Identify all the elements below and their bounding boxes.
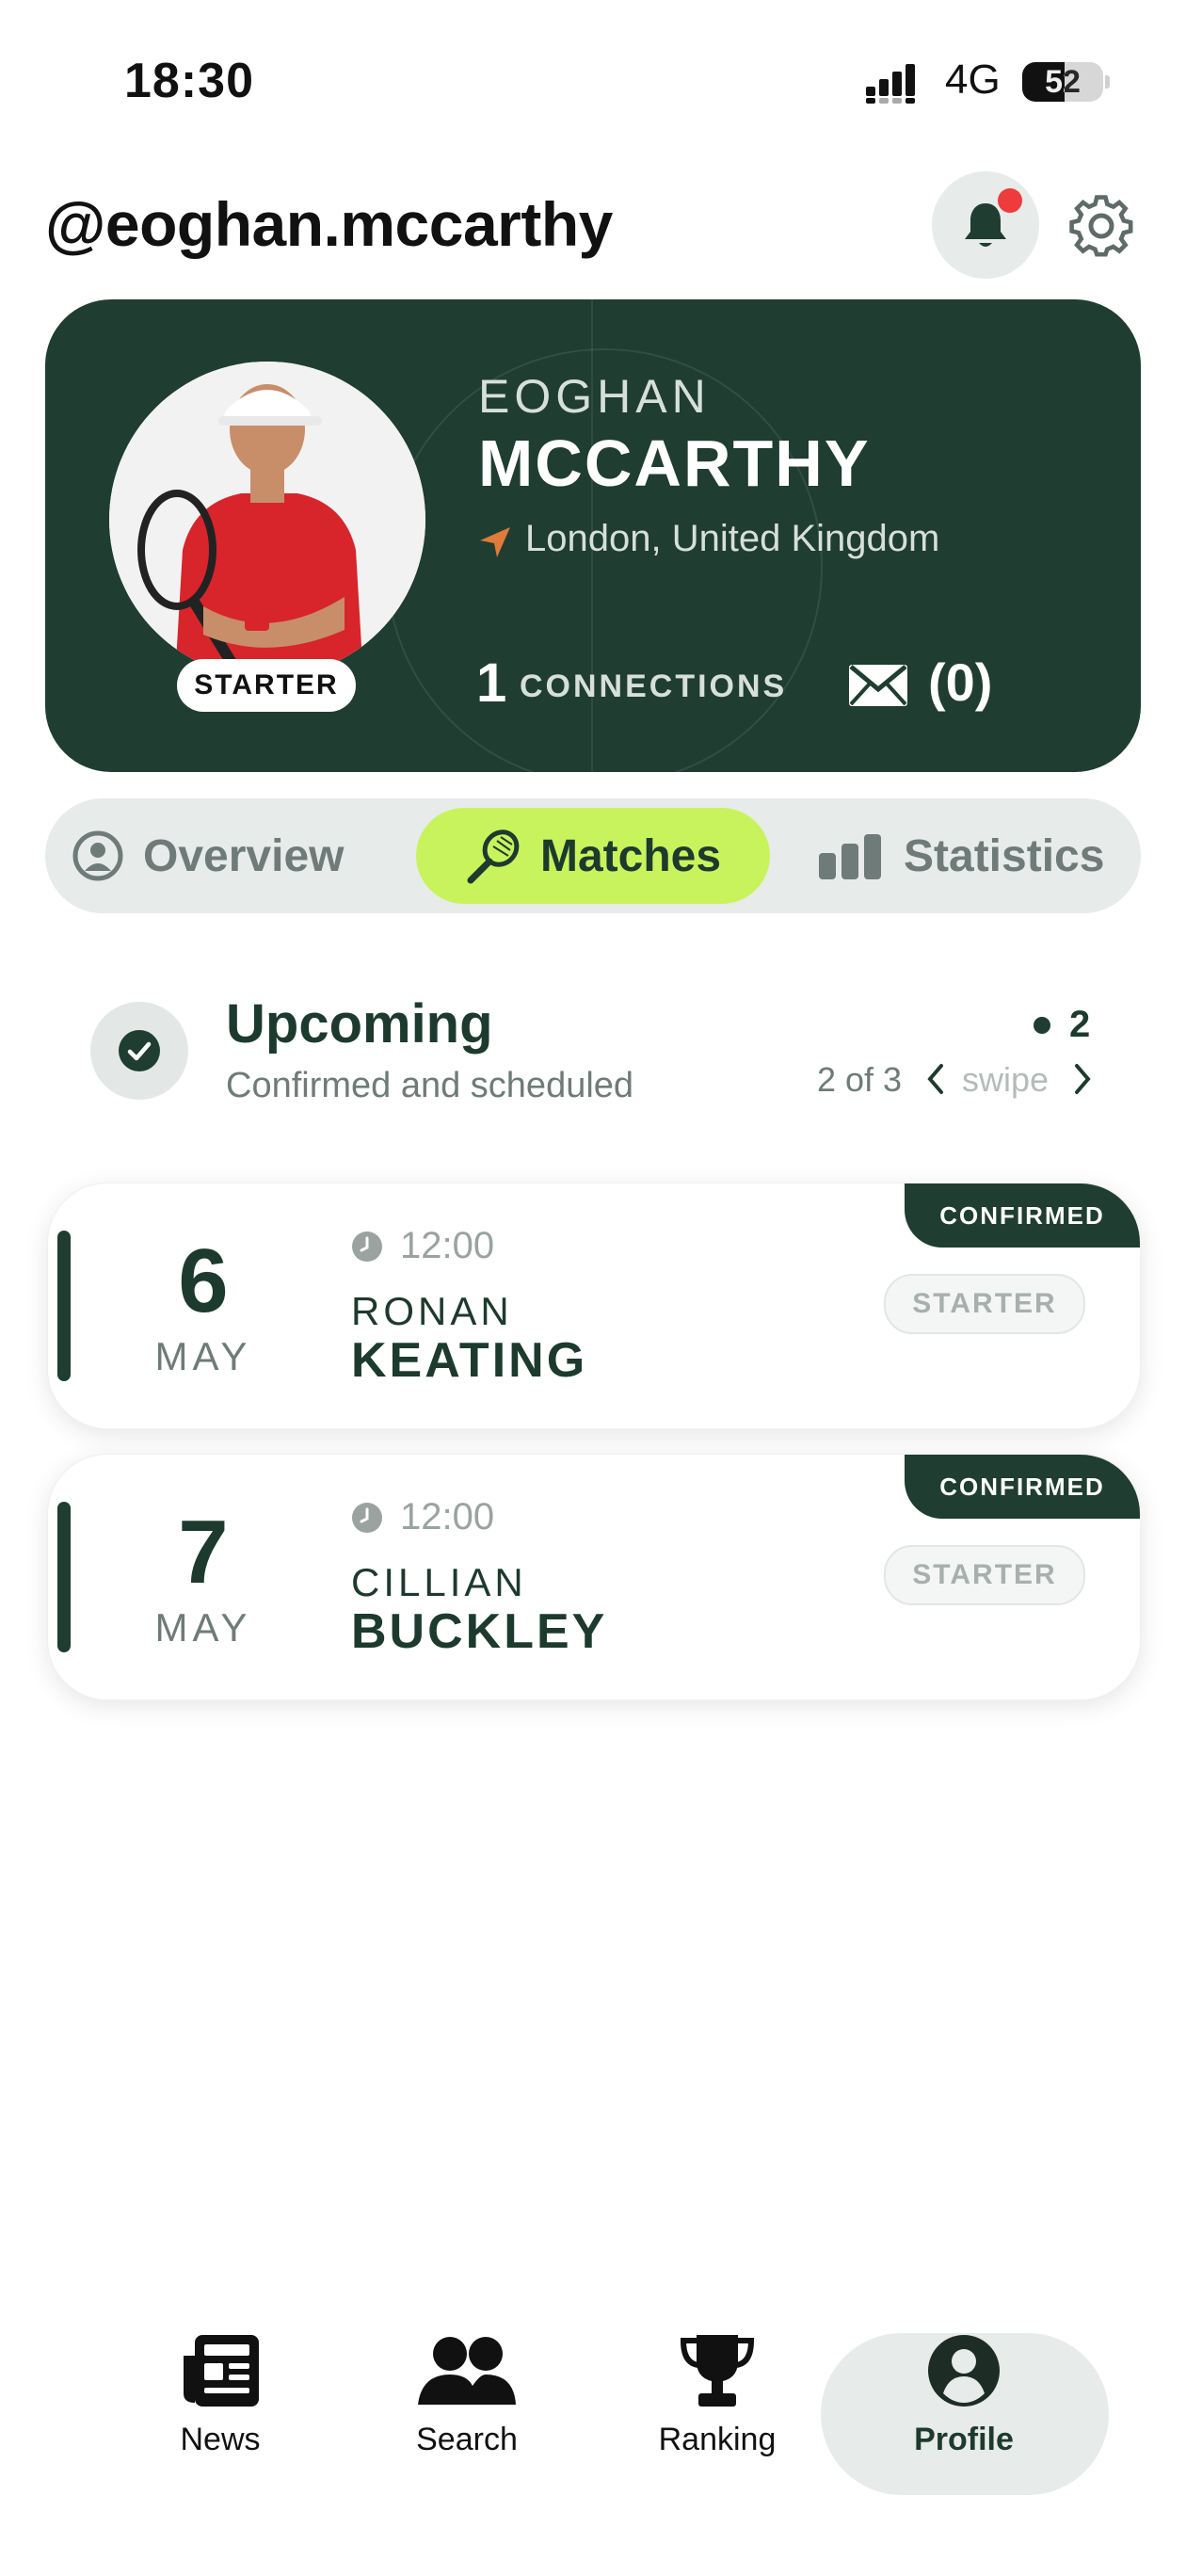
user-circle-icon — [72, 830, 123, 881]
tab-statistics[interactable]: Statistics — [819, 808, 1104, 904]
chevron-left-icon[interactable] — [924, 1060, 947, 1098]
notification-badge — [998, 188, 1022, 213]
match-accent-bar — [57, 1231, 71, 1381]
player-level-badge: STARTER — [177, 659, 356, 712]
gear-icon[interactable] — [1067, 192, 1135, 260]
section-subtitle: Confirmed and scheduled — [226, 1066, 634, 1105]
avatar[interactable] — [109, 362, 425, 678]
profile-card: STARTER EOGHAN MCCARTHY London, United K… — [45, 299, 1141, 772]
bar-chart-icon — [819, 834, 881, 879]
match-time: 12:00 — [400, 1225, 495, 1266]
tab-overview[interactable]: Overview — [72, 808, 344, 904]
newspaper-icon — [184, 2335, 259, 2407]
clock-icon — [352, 1232, 382, 1262]
match-card[interactable]: 6 MAY 12:00 RONAN KEATING CONFIRMED STAR… — [47, 1183, 1141, 1429]
status-badge: CONFIRMED — [905, 1455, 1140, 1519]
nav-ranking[interactable]: Ranking — [623, 2333, 811, 2458]
count-dot — [1034, 1017, 1050, 1034]
role-badge: STARTER — [884, 1274, 1085, 1334]
battery-level: 52 — [1045, 64, 1081, 100]
nav-news-label: News — [180, 2422, 261, 2457]
notifications-button[interactable] — [932, 171, 1039, 279]
tab-overview-label: Overview — [143, 830, 345, 881]
match-day: 7 — [178, 1502, 229, 1602]
upcoming-count: 2 — [1069, 1004, 1091, 1045]
nav-news[interactable]: News — [126, 2333, 314, 2458]
profile-tabs: Overview Matches Statistics — [45, 798, 1141, 913]
nav-search-label: Search — [416, 2422, 518, 2457]
nav-ranking-label: Ranking — [658, 2422, 777, 2457]
status-badge: CONFIRMED — [905, 1183, 1140, 1248]
match-month: MAY — [154, 1605, 252, 1650]
nav-profile-label: Profile — [914, 2422, 1014, 2457]
location: London, United Kingdom — [525, 518, 940, 559]
check-icon — [127, 1041, 152, 1061]
messages-count[interactable]: (0) — [928, 652, 992, 713]
tab-matches-label: Matches — [539, 830, 722, 881]
section-title: Upcoming — [226, 993, 493, 1055]
tennis-racket-icon — [467, 829, 520, 884]
tab-matches[interactable]: Matches — [416, 808, 770, 904]
users-icon — [418, 2337, 516, 2405]
connections-count[interactable]: 1 — [476, 652, 506, 715]
opponent-first-name: CILLIAN — [351, 1560, 527, 1604]
match-month: MAY — [154, 1334, 252, 1378]
battery-tip — [1105, 75, 1110, 89]
clock-icon — [352, 1503, 382, 1533]
opponent-last-name: BUCKLEY — [351, 1604, 608, 1659]
opponent-last-name: KEATING — [351, 1333, 588, 1388]
match-day: 6 — [178, 1231, 229, 1331]
match-accent-bar — [57, 1502, 71, 1652]
nav-search[interactable]: Search — [373, 2333, 561, 2458]
tab-statistics-label: Statistics — [904, 830, 1105, 881]
swipe-hint: swipe — [962, 1060, 1050, 1099]
profile-icon — [928, 2335, 1000, 2407]
first-name: EOGHAN — [478, 370, 711, 423]
profile-handle: @eoghan.mccarthy — [45, 189, 613, 259]
trophy-icon — [680, 2335, 755, 2407]
network-type: 4G — [945, 56, 1001, 103]
upcoming-status-icon — [90, 1002, 188, 1100]
chevron-right-icon[interactable] — [1071, 1060, 1094, 1098]
player-photo — [109, 362, 425, 678]
role-badge: STARTER — [884, 1545, 1085, 1605]
battery-icon: 52 — [1022, 62, 1103, 102]
nav-profile[interactable]: Profile — [870, 2333, 1058, 2458]
status-time: 18:30 — [124, 54, 254, 108]
match-card[interactable]: 7 MAY 12:00 CILLIAN BUCKLEY CONFIRMED ST… — [47, 1454, 1141, 1700]
opponent-first-name: RONAN — [351, 1289, 513, 1333]
mail-icon[interactable] — [847, 663, 909, 708]
match-time: 12:00 — [400, 1496, 495, 1538]
signal-icon — [866, 64, 915, 104]
location-arrow-icon — [480, 527, 510, 557]
pager-indicator: 2 of 3 — [817, 1060, 903, 1099]
connections-label[interactable]: CONNECTIONS — [520, 668, 787, 705]
last-name: MCCARTHY — [478, 427, 871, 500]
